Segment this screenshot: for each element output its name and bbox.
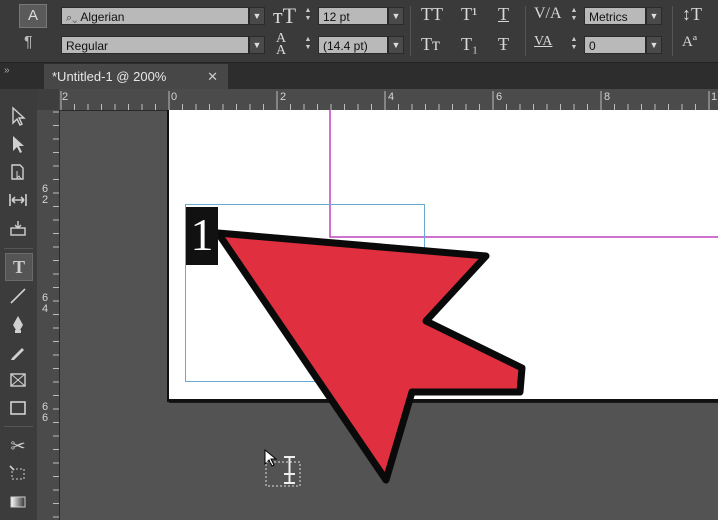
type-cursor-icon bbox=[264, 448, 301, 487]
step-number-badge: 1 bbox=[186, 207, 218, 265]
pointer-arrow-icon bbox=[214, 229, 526, 484]
